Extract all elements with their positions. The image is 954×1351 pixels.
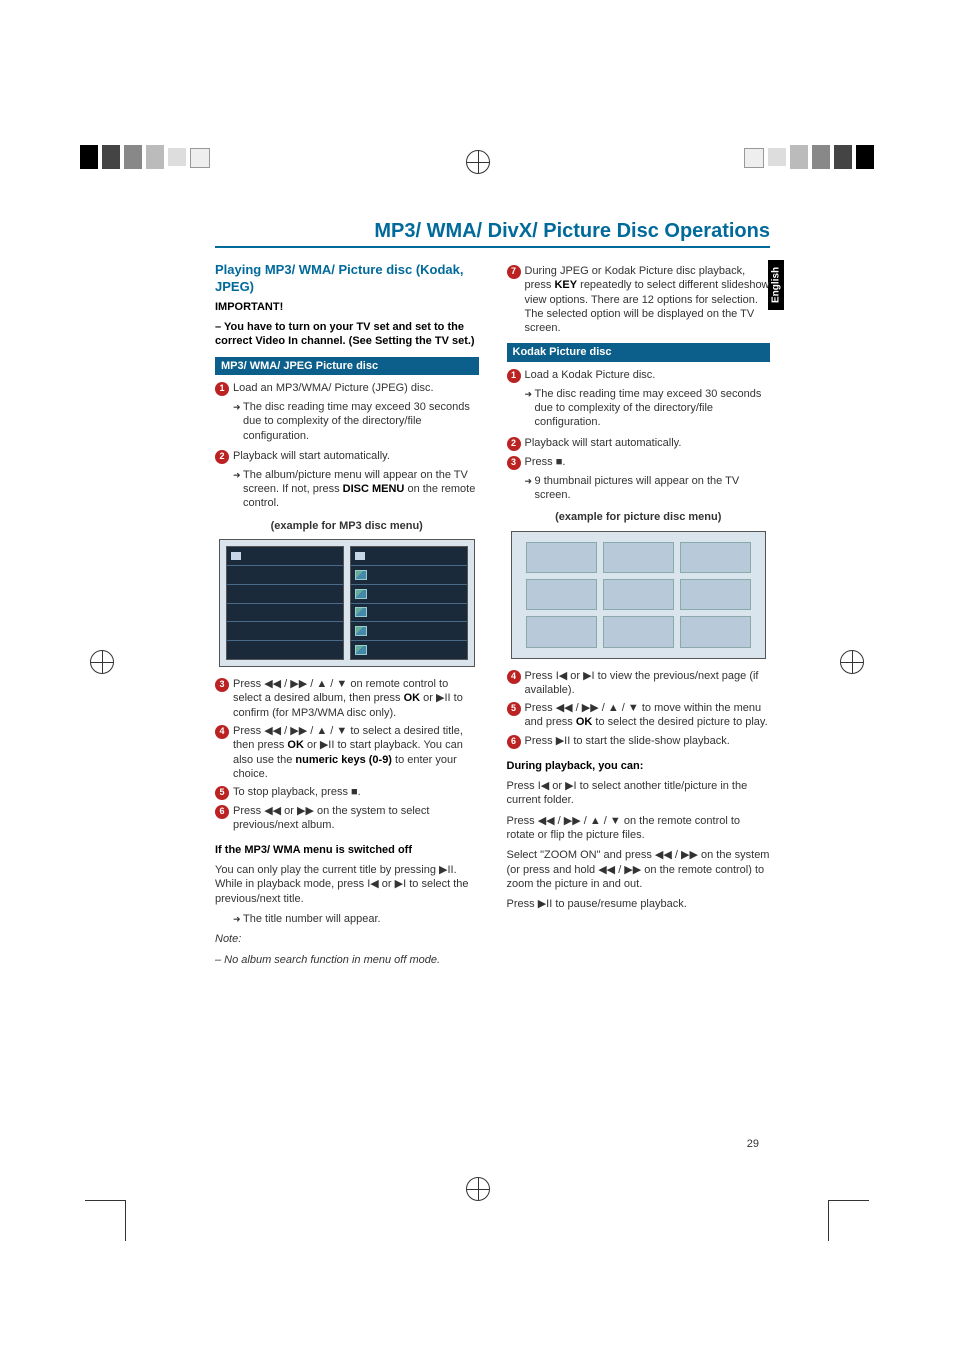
step-number-icon: 5 bbox=[215, 786, 229, 800]
during-1: Press I◀ or ▶I to select another title/p… bbox=[507, 779, 771, 808]
thumbnail-cell bbox=[526, 542, 597, 573]
picture-icon bbox=[355, 607, 367, 617]
note-body: – No album search function in menu off m… bbox=[215, 953, 479, 967]
page-title: MP3/ WMA/ DivX/ Picture Disc Operations bbox=[215, 218, 770, 248]
content-area: MP3/ WMA/ DivX/ Picture Disc Operations … bbox=[215, 218, 770, 973]
language-tab: English bbox=[768, 260, 784, 310]
kodak-step-1: 1 Load a Kodak Picture disc. bbox=[507, 368, 771, 383]
step-number-icon: 2 bbox=[215, 450, 229, 464]
kodak-step-1-text: Load a Kodak Picture disc. bbox=[525, 368, 771, 383]
step-number-icon: 5 bbox=[507, 702, 521, 716]
step-2: 2 Playback will start automatically. bbox=[215, 449, 479, 464]
right-column: 7 During JPEG or Kodak Picture disc play… bbox=[507, 260, 771, 973]
left-column: Playing MP3/ WMA/ Picture disc (Kodak, J… bbox=[215, 260, 479, 973]
thumbnail-cell bbox=[526, 579, 597, 610]
step-4-text: Press ◀◀ / ▶▶ / ▲ / ▼ to select a desire… bbox=[233, 724, 479, 781]
important-body: – You have to turn on your TV set and se… bbox=[215, 320, 479, 349]
step-1-result: The disc reading time may exceed 30 seco… bbox=[233, 400, 479, 443]
folder-icon bbox=[231, 552, 241, 560]
step-5-text: To stop playback, press ■. bbox=[233, 785, 479, 800]
step-number-icon: 4 bbox=[507, 670, 521, 684]
picture-example-label: (example for picture disc menu) bbox=[507, 510, 771, 524]
thumbnail-cell bbox=[526, 616, 597, 647]
color-bars-left bbox=[80, 145, 210, 169]
kodak-step-4: 4 Press I◀ or ▶I to view the previous/ne… bbox=[507, 669, 771, 698]
step-1: 1 Load an MP3/WMA/ Picture (JPEG) disc. bbox=[215, 381, 479, 396]
during-3: Select "ZOOM ON" and press ◀◀ / ▶▶ on th… bbox=[507, 848, 771, 891]
step-2-result: The album/picture menu will appear on th… bbox=[233, 468, 479, 511]
thumbnail-cell bbox=[603, 579, 674, 610]
kodak-step-5-text: Press ◀◀ / ▶▶ / ▲ / ▼ to move within the… bbox=[525, 701, 771, 730]
mp3-menu-left-pane bbox=[226, 546, 344, 660]
menu-off-heading: If the MP3/ WMA menu is switched off bbox=[215, 843, 479, 857]
step-number-icon: 4 bbox=[215, 725, 229, 739]
thumbnail-cell bbox=[603, 616, 674, 647]
during-2: Press ◀◀ / ▶▶ / ▲ / ▼ on the remote cont… bbox=[507, 814, 771, 843]
step-3: 3 Press ◀◀ / ▶▶ / ▲ / ▼ on remote contro… bbox=[215, 677, 479, 720]
crop-corner-icon bbox=[828, 1200, 869, 1241]
picture-icon bbox=[355, 626, 367, 636]
step-4: 4 Press ◀◀ / ▶▶ / ▲ / ▼ to select a desi… bbox=[215, 724, 479, 781]
step-number-icon: 3 bbox=[507, 456, 521, 470]
kodak-step-2: 2 Playback will start automatically. bbox=[507, 436, 771, 451]
thumbnail-cell bbox=[680, 579, 751, 610]
step-7-text: During JPEG or Kodak Picture disc playba… bbox=[525, 264, 771, 335]
kodak-step-3-text: Press ■. bbox=[525, 455, 771, 470]
step-number-icon: 2 bbox=[507, 437, 521, 451]
kodak-step-5: 5 Press ◀◀ / ▶▶ / ▲ / ▼ to move within t… bbox=[507, 701, 771, 730]
picture-icon bbox=[355, 645, 367, 655]
kodak-step-3: 3 Press ■. bbox=[507, 455, 771, 470]
thumbnail-cell bbox=[680, 542, 751, 573]
step-5: 5 To stop playback, press ■. bbox=[215, 785, 479, 800]
important-label: IMPORTANT! bbox=[215, 300, 479, 314]
step-6-text: Press ◀◀ or ▶▶ on the system to select p… bbox=[233, 804, 479, 833]
during-playback-heading: During playback, you can: bbox=[507, 759, 771, 773]
menu-off-body: You can only play the current title by p… bbox=[215, 863, 479, 906]
subheading-kodak-disc: Kodak Picture disc bbox=[507, 343, 771, 361]
crop-corner-icon bbox=[85, 1200, 126, 1241]
thumbnail-cell bbox=[603, 542, 674, 573]
picture-icon bbox=[355, 589, 367, 599]
subheading-mp3-disc: MP3/ WMA/ JPEG Picture disc bbox=[215, 357, 479, 375]
registration-mark-icon bbox=[90, 650, 114, 674]
note-label: Note: bbox=[215, 932, 479, 946]
section-heading-playing: Playing MP3/ WMA/ Picture disc (Kodak, J… bbox=[215, 262, 479, 296]
mp3-menu-right-pane bbox=[350, 546, 468, 660]
page-number: 29 bbox=[747, 1137, 759, 1151]
kodak-step-6: 6 Press ▶II to start the slide-show play… bbox=[507, 734, 771, 749]
step-number-icon: 6 bbox=[215, 805, 229, 819]
thumbnail-cell bbox=[680, 616, 751, 647]
step-number-icon: 1 bbox=[215, 382, 229, 396]
step-2-text: Playback will start automatically. bbox=[233, 449, 479, 464]
registration-mark-icon bbox=[840, 650, 864, 674]
mp3-menu-diagram bbox=[219, 539, 475, 667]
step-number-icon: 1 bbox=[507, 369, 521, 383]
color-bars-right bbox=[744, 145, 874, 169]
step-number-icon: 7 bbox=[507, 265, 521, 279]
during-4: Press ▶II to pause/resume playback. bbox=[507, 897, 771, 911]
folder-icon bbox=[355, 552, 365, 560]
picture-menu-diagram bbox=[511, 531, 767, 659]
kodak-step-4-text: Press I◀ or ▶I to view the previous/next… bbox=[525, 669, 771, 698]
menu-off-result: The title number will appear. bbox=[233, 912, 479, 926]
step-number-icon: 3 bbox=[215, 678, 229, 692]
registration-mark-icon bbox=[466, 1177, 490, 1201]
picture-icon bbox=[355, 570, 367, 580]
step-7: 7 During JPEG or Kodak Picture disc play… bbox=[507, 264, 771, 335]
step-number-icon: 6 bbox=[507, 735, 521, 749]
kodak-step-3-result: 9 thumbnail pictures will appear on the … bbox=[525, 474, 771, 503]
kodak-step-6-text: Press ▶II to start the slide-show playba… bbox=[525, 734, 771, 749]
kodak-step-2-text: Playback will start automatically. bbox=[525, 436, 771, 451]
manual-page: English MP3/ WMA/ DivX/ Picture Disc Ope… bbox=[0, 0, 954, 1351]
step-6: 6 Press ◀◀ or ▶▶ on the system to select… bbox=[215, 804, 479, 833]
kodak-step-1-result: The disc reading time may exceed 30 seco… bbox=[525, 387, 771, 430]
step-3-text: Press ◀◀ / ▶▶ / ▲ / ▼ on remote control … bbox=[233, 677, 479, 720]
step-1-text: Load an MP3/WMA/ Picture (JPEG) disc. bbox=[233, 381, 479, 396]
registration-mark-icon bbox=[466, 150, 490, 174]
mp3-example-label: (example for MP3 disc menu) bbox=[215, 519, 479, 533]
